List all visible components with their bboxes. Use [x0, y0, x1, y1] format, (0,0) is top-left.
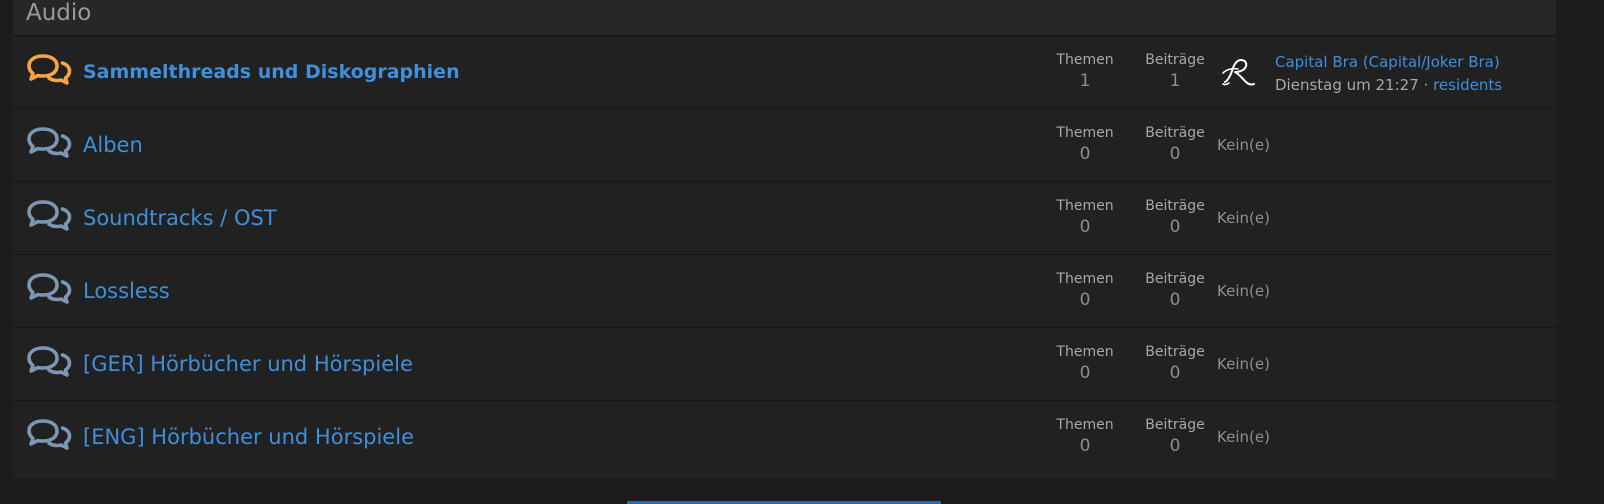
themen-stat: Themen 0 [1040, 417, 1130, 458]
node-title-link[interactable]: Soundtracks / OST [83, 182, 277, 254]
forum-node: Soundtracks / OST Themen 0 Beiträge 0 Ke… [13, 181, 1556, 254]
forum-node: Lossless Themen 0 Beiträge 0 Kein(e) [13, 254, 1556, 327]
themen-stat: Themen 0 [1040, 198, 1130, 239]
beitraege-label: Beiträge [1145, 271, 1205, 287]
themen-stat: Themen 0 [1040, 125, 1130, 166]
node-title-link[interactable]: [GER] Hörbücher und Hörspiele [83, 328, 413, 400]
themen-label: Themen [1056, 198, 1114, 214]
beitraege-value: 0 [1169, 217, 1181, 237]
no-latest-post: Kein(e) [1217, 136, 1270, 154]
themen-label: Themen [1056, 271, 1114, 287]
thread-avatar[interactable] [1217, 51, 1261, 95]
chat-bubbles-icon[interactable] [25, 125, 73, 167]
node-title-link[interactable]: Alben [83, 109, 143, 181]
themen-value: 0 [1079, 290, 1091, 310]
node-title-link[interactable]: Sammelthreads und Diskographien [83, 36, 460, 108]
beitraege-stat: Beiträge 0 [1130, 198, 1220, 239]
chat-bubbles-icon[interactable] [25, 344, 73, 386]
themen-stat: Themen 0 [1040, 271, 1130, 312]
themen-stat: Themen 0 [1040, 344, 1130, 385]
chat-bubbles-icon[interactable] [25, 198, 73, 240]
themen-label: Themen [1056, 344, 1114, 360]
beitraege-label: Beiträge [1145, 344, 1205, 360]
themen-value: 0 [1079, 363, 1091, 383]
beitraege-value: 0 [1169, 436, 1181, 456]
category-header: Audio [13, 0, 1556, 35]
forum-node: Alben Themen 0 Beiträge 0 Kein(e) [13, 108, 1556, 181]
chat-bubbles-icon[interactable] [25, 417, 73, 459]
no-latest-post: Kein(e) [1217, 282, 1270, 300]
forum-node: [ENG] Hörbücher und Hörspiele Themen 0 B… [13, 400, 1556, 473]
category-block: Audio Sammelthreads und Diskographien Th… [13, 0, 1556, 478]
chat-bubbles-icon[interactable] [25, 52, 73, 94]
themen-label: Themen [1056, 417, 1114, 433]
no-latest-post: Kein(e) [1217, 355, 1270, 373]
beitraege-stat: Beiträge 0 [1130, 417, 1220, 458]
beitraege-label: Beiträge [1145, 417, 1205, 433]
themen-value: 0 [1079, 217, 1091, 237]
node-title-link[interactable]: Lossless [83, 255, 170, 327]
beitraege-stat: Beiträge 0 [1130, 344, 1220, 385]
themen-label: Themen [1056, 52, 1114, 68]
chat-bubbles-icon[interactable] [25, 271, 73, 313]
beitraege-value: 0 [1169, 363, 1181, 383]
beitraege-stat: Beiträge 0 [1130, 125, 1220, 166]
beitraege-value: 1 [1169, 71, 1181, 91]
beitraege-label: Beiträge [1145, 198, 1205, 214]
forum-node: Sammelthreads und Diskographien Themen 1… [13, 35, 1556, 108]
latest-date[interactable]: Dienstag um 21:27 [1275, 76, 1419, 94]
beitraege-label: Beiträge [1145, 125, 1205, 141]
themen-label: Themen [1056, 125, 1114, 141]
beitraege-value: 0 [1169, 144, 1181, 164]
no-latest-post: Kein(e) [1217, 209, 1270, 227]
category-title[interactable]: Audio [26, 0, 91, 26]
beitraege-label: Beiträge [1145, 52, 1205, 68]
beitraege-value: 0 [1169, 290, 1181, 310]
node-title-link[interactable]: [ENG] Hörbücher und Hörspiele [83, 401, 414, 473]
latest-thread-link[interactable]: Capital Bra (Capital/Joker Bra) [1275, 51, 1502, 74]
no-latest-post: Kein(e) [1217, 428, 1270, 446]
forum-node: [GER] Hörbücher und Hörspiele Themen 0 B… [13, 327, 1556, 400]
beitraege-stat: Beiträge 1 [1130, 52, 1220, 93]
themen-value: 0 [1079, 144, 1091, 164]
themen-stat: Themen 1 [1040, 52, 1130, 93]
meta-separator: · [1423, 76, 1429, 94]
latest-user-link[interactable]: residents [1433, 76, 1502, 94]
themen-value: 0 [1079, 436, 1091, 456]
latest-post: Capital Bra (Capital/Joker Bra) Dienstag… [1275, 51, 1502, 97]
themen-value: 1 [1079, 71, 1091, 91]
beitraege-stat: Beiträge 0 [1130, 271, 1220, 312]
